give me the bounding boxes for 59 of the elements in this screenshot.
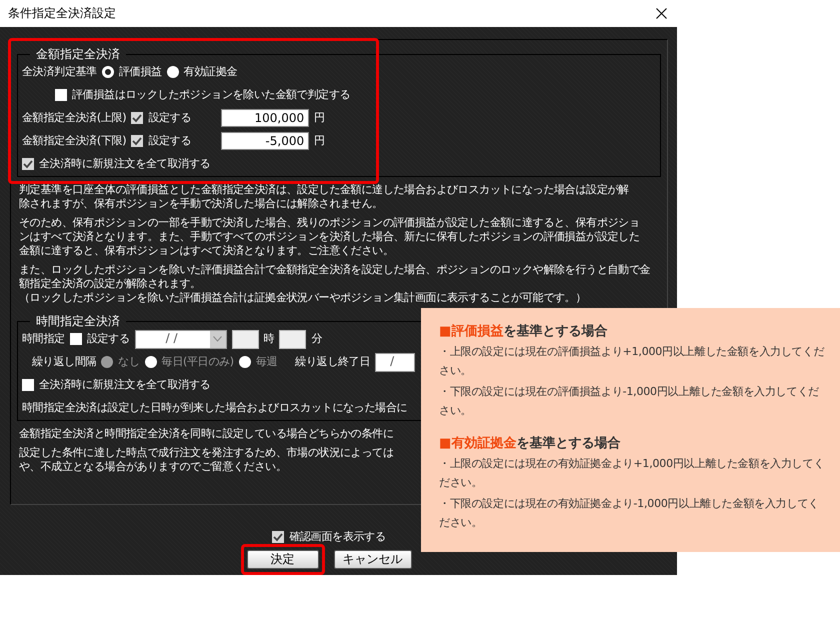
checkbox-label: 設定する (148, 111, 192, 125)
callout-text: ・上限の設定には現在の有効証拠金より+1,000円以上離した金額を入力してください。 (439, 456, 826, 491)
radio-label: 有効証拠金 (184, 65, 238, 79)
callout-text: ・下限の設定には現在の有効証拠金より-1,000円以上離した金額を入力してください。 (439, 496, 820, 531)
unit-label: 分 (311, 332, 322, 346)
checkbox[interactable] (22, 158, 34, 170)
radio-button[interactable] (166, 66, 179, 78)
field-label: 繰り返し終了日 (295, 355, 370, 369)
checkbox-label: 全決済時に新規注文を全て取消する (39, 157, 210, 171)
note-text: 除されますが、保有ポジションを手動で決済した場合には解除されません。 (19, 197, 383, 211)
checkbox-label: 設定する (86, 332, 130, 346)
callout-text: ・上限の設定には現在の評価損益より+1,000円以上離した金額を入力してください。 (439, 344, 826, 379)
radio-button[interactable] (102, 66, 114, 78)
checkbox-label: 確認画面を表示する (289, 530, 386, 544)
checkbox[interactable] (55, 89, 67, 101)
radio-label: なし (118, 355, 140, 369)
field-label: 金額指定全決済(上限) (22, 111, 126, 125)
note-text: 金額指定全決済と時間指定全決済を同時に設定している場合どちらかの条件に (19, 427, 394, 441)
field-label: 繰り返し間隔 (32, 355, 96, 369)
checkbox[interactable] (70, 333, 82, 345)
note-text: そのため、保有ポジションの一部を手動で決済した場合、残りのポジションの評価損益が設定した金額に達すると、保有ポジショ (19, 216, 640, 230)
note-text: 額指定全決済の設定が解除されます。 (19, 277, 201, 291)
field-label: 時間指定 (22, 332, 65, 346)
field-label: 全決済判定基準 (22, 65, 97, 79)
date-field[interactable]: / / (134, 330, 227, 348)
amount-field[interactable]: 100,000 (221, 109, 310, 127)
checkbox-label: 全決済時に新規注文を全て取消する (39, 378, 210, 392)
note-text: 時間指定全決済は設定した日時が到来した場合およびロスカットになった場合に (22, 401, 408, 415)
checkbox[interactable] (131, 135, 144, 147)
callout-heading: ■有効証拠金を基準とする場合 (439, 435, 622, 452)
checkbox[interactable] (22, 379, 34, 391)
checkbox[interactable] (272, 531, 284, 543)
checkbox-label: 評価損益はロックしたポジションを除いた金額で判定する (72, 88, 350, 102)
callout-heading: ■評価損益を基準とする場合 (439, 323, 608, 340)
field-label: 金額指定全決済(下限) (22, 134, 126, 148)
unit-label: 時 (264, 332, 274, 346)
radio-label: 毎週 (256, 355, 278, 369)
close-icon[interactable] (656, 8, 667, 19)
note-text: ンはすべて決済となります。また、手動ですべてのポジションを決済した場合、新たに保有したポジションの評価損益が設定した (19, 230, 640, 244)
group-title: 金額指定全決済 (35, 46, 121, 63)
amount-field[interactable]: -5,000 (221, 132, 310, 150)
ok-button[interactable]: 決定 (246, 550, 318, 569)
note-text: や、不成立となる場合がありますのでご留意ください。 (19, 460, 287, 474)
radio-label: 評価損益 (118, 65, 162, 79)
radio-label: 毎日(平日のみ) (162, 355, 234, 369)
checkbox-label: 設定する (148, 134, 192, 148)
cancel-button[interactable]: キャンセル (334, 550, 412, 569)
unit-label: 円 (314, 111, 325, 125)
note-text: また、ロックしたポジションを除いた評価損益合計で金額指定全決済を設定した場合、ポジションのロックや解除を行うと自動で金 (19, 263, 650, 277)
note-text: （ロックしたポジションを除いた評価損益合計は証拠金状況バーやポジション集計画面に表示することが可能です。） (19, 291, 586, 305)
note-text: 設定した条件に達した時点で成行注文を発注するため、市場の状況によっては (19, 446, 394, 460)
checkbox[interactable] (131, 112, 144, 124)
callout-text: ・下限の設定には現在の評価損益より-1,000円以上離した金額を入力してください。 (439, 384, 820, 419)
unit-label: 円 (314, 134, 325, 148)
group-title: 時間指定全決済 (35, 313, 121, 330)
chevron-down-icon (213, 336, 222, 342)
window-title: 条件指定全決済設定 (8, 5, 116, 22)
note-text: 金額に達すると、保有ポジションはすべて決済となります。ご注意ください。 (19, 244, 394, 258)
note-text: 判定基準を口座全体の評価損益とした金額指定全決済は、設定した金額に達した場合およびロスカットになった場合は設定が解 (19, 183, 629, 197)
